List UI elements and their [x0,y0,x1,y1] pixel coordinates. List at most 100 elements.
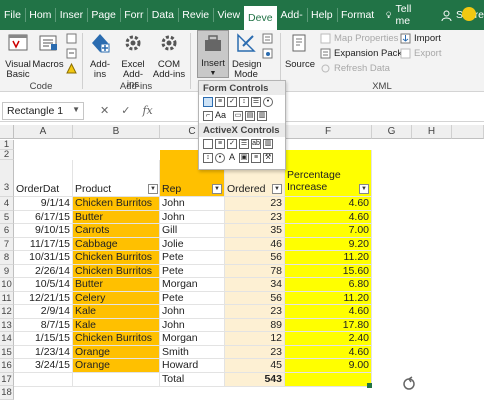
selection-handle[interactable] [367,383,372,388]
row-header-18[interactable]: 18 [0,386,14,400]
row-header-7[interactable]: 7 [0,237,14,251]
cell-ordered[interactable]: 23 [225,197,285,211]
button-form-control-icon[interactable] [203,97,213,107]
combo-box-icon[interactable]: ≡ [215,97,225,107]
cell-percentage-increase[interactable]: 7.00 [285,224,372,238]
cell-product[interactable]: Cabbage [73,237,160,251]
cell-rep[interactable]: Jolie [160,237,225,251]
row-header-14[interactable]: 14 [0,332,14,346]
cell-order-date[interactable]: 1/23/14 [14,345,73,359]
cell-rep[interactable]: John [160,305,225,319]
export-button[interactable]: Export [400,48,441,59]
tab-formulas[interactable]: Forr [120,0,147,30]
cell-order-date[interactable]: 8/7/15 [14,318,73,332]
column-header-f[interactable]: F [285,125,372,139]
row-header-3[interactable]: 3 [0,160,14,197]
activex-combo-box-icon[interactable]: ≡ [215,139,225,149]
view-code-icon-group[interactable] [262,48,273,59]
cell-product[interactable]: Chicken Burritos [73,197,160,211]
row-header-12[interactable]: 12 [0,305,14,319]
more-controls-icon[interactable]: ⚒ [263,153,273,163]
column-header-h[interactable]: H [412,125,452,139]
select-all-corner[interactable] [0,125,14,139]
filter-dropdown-ordered[interactable]: ▼ [272,184,282,194]
feedback-smiley-icon[interactable] [462,7,476,21]
checkbox-icon[interactable]: ✓ [227,97,237,107]
cell-rep[interactable]: Pete [160,264,225,278]
cell-order-date[interactable]: 3/24/15 [14,359,73,373]
total-row-b[interactable] [73,373,160,387]
total-label[interactable]: Total [160,373,225,387]
cell-percentage-increase[interactable]: 11.20 [285,291,372,305]
cell-percentage-increase[interactable]: 4.60 [285,345,372,359]
map-properties-button[interactable]: Map Properties [320,33,398,44]
tab-file[interactable]: File [0,0,25,30]
tab-page-layout[interactable]: Page [87,0,120,30]
row-header-6[interactable]: 6 [0,224,14,238]
row-header-2[interactable]: 2 [0,150,14,160]
cell-rep[interactable]: John [160,210,225,224]
cell-product[interactable]: Orange [73,345,160,359]
row-header-13[interactable]: 13 [0,318,14,332]
tab-home[interactable]: Hom [25,0,55,30]
column-header-g[interactable]: G [372,125,412,139]
cell-rep[interactable]: Morgan [160,278,225,292]
expansion-packs-button[interactable]: Expansion Packs [320,48,407,59]
total-row-f[interactable] [285,373,372,387]
cell-percentage-increase[interactable]: 15.60 [285,264,372,278]
cell-rep[interactable]: John [160,318,225,332]
cell-order-date[interactable]: 1/15/15 [14,332,73,346]
label-aa-icon[interactable]: Aa [215,111,226,121]
group-box-icon[interactable]: ⌐ [203,111,213,121]
cell-order-date[interactable]: 12/21/15 [14,291,73,305]
filter-dropdown-product[interactable]: ▼ [148,184,158,194]
column-header-blank[interactable] [452,125,484,139]
cell-ordered[interactable]: 46 [225,237,285,251]
cell-ordered[interactable]: 23 [225,210,285,224]
activex-option-icon[interactable]: • [215,153,225,163]
refresh-data-button[interactable]: Refresh Data [320,63,390,74]
design-mode-button[interactable]: Design Mode [232,32,262,80]
tab-add-ins[interactable]: Add- [277,0,307,30]
activex-checkbox-icon[interactable]: ✓ [227,139,237,149]
cell-percentage-increase[interactable]: 9.20 [285,237,372,251]
cell-order-date[interactable]: 2/26/14 [14,264,73,278]
activex-image-icon[interactable]: ▣ [239,153,249,163]
import-button[interactable]: Import [400,33,441,44]
cell-order-date[interactable]: 10/31/15 [14,251,73,265]
com-add-ins-button[interactable]: COM Add-ins [152,32,186,80]
macros-button[interactable]: Macros [32,32,64,70]
cell-percentage-increase[interactable]: 4.60 [285,197,372,211]
row-header-8[interactable]: 8 [0,251,14,265]
filter-dropdown-percentage[interactable]: ▼ [359,184,369,194]
cell-ordered[interactable]: 35 [225,224,285,238]
tab-review[interactable]: Revie [178,0,213,30]
cell-product[interactable]: Butter [73,278,160,292]
cell-rep[interactable]: Morgan [160,332,225,346]
column-header-b[interactable]: B [73,125,160,139]
row-header-16[interactable]: 16 [0,359,14,373]
filter-dropdown-rep[interactable]: ▼ [212,184,222,194]
activex-button-icon[interactable] [203,139,213,149]
cell-percentage-increase[interactable]: 17.80 [285,318,372,332]
cell-product[interactable]: Kale [73,305,160,319]
macro-security-icon-group[interactable] [66,63,77,74]
tab-format[interactable]: Format [337,0,378,30]
rotate-handle-icon[interactable] [401,376,417,392]
cell-product[interactable]: Carrots [73,224,160,238]
row-header-11[interactable]: 11 [0,291,14,305]
row-header-5[interactable]: 5 [0,210,14,224]
cell-rep[interactable]: Howard [160,359,225,373]
cell-order-date[interactable]: 10/5/14 [14,278,73,292]
row-header-9[interactable]: 9 [0,264,14,278]
combo-list-icon[interactable]: ▥ [257,111,267,121]
activex-toggle-icon[interactable]: ≡ [251,153,261,163]
column-header-a[interactable]: A [14,125,73,139]
list-box-icon[interactable]: ☰ [251,97,261,107]
activex-scroll-bar-icon[interactable]: ▥ [263,139,273,149]
insert-function-button[interactable]: fx [142,104,152,117]
cell-ordered[interactable]: 23 [225,305,285,319]
activex-label-icon[interactable]: A [227,153,237,163]
cell-ordered[interactable]: 56 [225,251,285,265]
cell-order-date[interactable]: 9/10/15 [14,224,73,238]
